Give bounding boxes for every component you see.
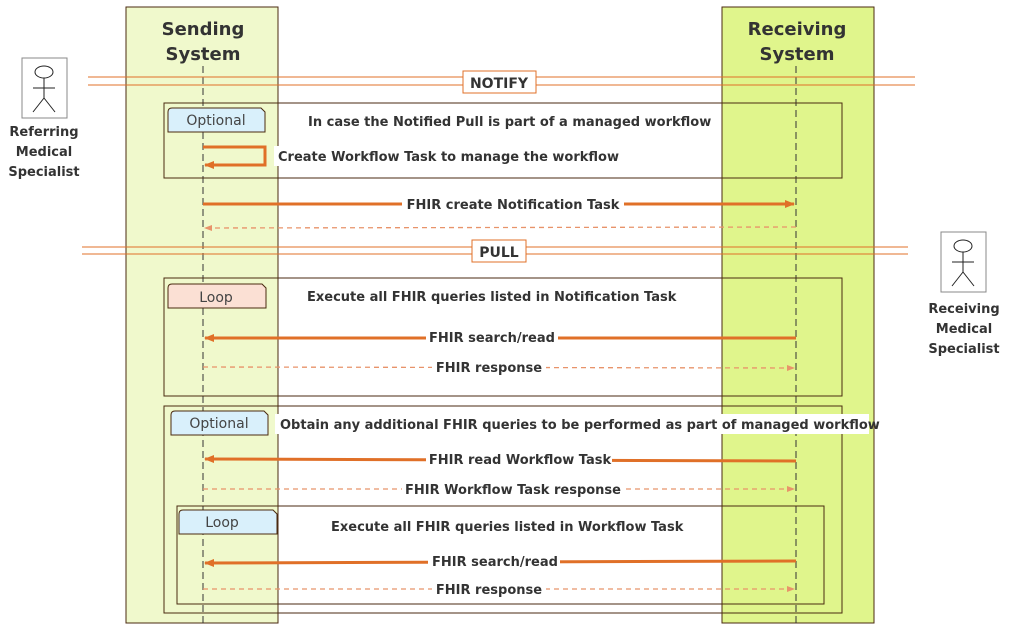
receiving-title-2: System xyxy=(760,44,835,65)
sending-title-2: System xyxy=(166,44,241,65)
create-notification-return-arrow xyxy=(204,224,797,231)
fragment-2-title: Execute all FHIR queries listed in Notif… xyxy=(307,290,677,305)
sending-title-1: Sending xyxy=(162,19,245,40)
fragment-2-tag-label: Loop xyxy=(199,290,233,306)
receiving-title-1: Receiving xyxy=(748,19,847,40)
response-label-1: FHIR response xyxy=(436,361,542,376)
referring-actor-label-2: Medical xyxy=(16,145,72,160)
self-message-label: Create Workflow Task to manage the workf… xyxy=(278,150,619,165)
search-read-label-2: FHIR search/read xyxy=(432,555,558,570)
fragment-3-tag-label: Optional xyxy=(189,416,248,432)
receiving-system-box xyxy=(721,6,875,624)
create-notification-label: FHIR create Notification Task xyxy=(407,198,620,213)
referring-actor-label-3: Specialist xyxy=(8,165,79,180)
response-label-2: FHIR response xyxy=(436,583,542,598)
fragment-4-tag-label: Loop xyxy=(205,515,239,531)
read-workflow-label: FHIR read Workflow Task xyxy=(429,453,612,468)
referring-actor-icon xyxy=(21,57,68,119)
fragment-3-title: Obtain any additional FHIR queries to be… xyxy=(280,418,880,433)
receiving-actor-label-2: Medical xyxy=(936,322,992,337)
receiving-actor-icon xyxy=(940,231,987,293)
fragment-1-title: In case the Notified Pull is part of a m… xyxy=(308,115,711,130)
workflow-response-label: FHIR Workflow Task response xyxy=(405,483,621,498)
search-read-label-1: FHIR search/read xyxy=(429,331,555,346)
fragment-4-title: Execute all FHIR queries listed in Workf… xyxy=(331,520,684,535)
fragment-1-tag-label: Optional xyxy=(186,113,245,129)
notify-label: NOTIFY xyxy=(470,76,529,92)
receiving-actor-label-3: Specialist xyxy=(928,342,999,357)
referring-actor-label-1: Referring xyxy=(9,125,78,140)
receiving-actor-label-1: Receiving xyxy=(928,302,999,317)
pull-label: PULL xyxy=(479,245,519,261)
sequence-diagram: Sending System Receiving System Referrin… xyxy=(8,6,1000,624)
